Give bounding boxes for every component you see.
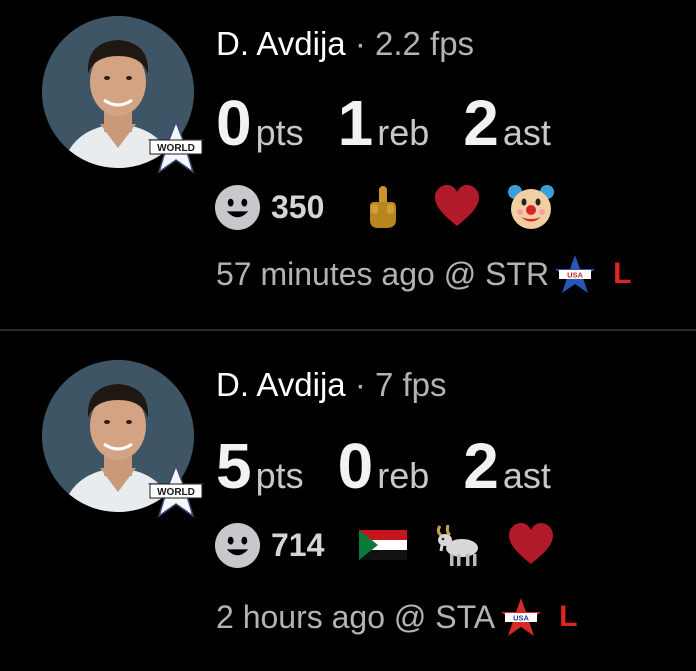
badge-text: WORLD <box>157 487 195 498</box>
world-star-badge-icon: WORLD <box>148 120 204 174</box>
goat-emoji-icon[interactable] <box>432 520 482 570</box>
fantasy-points: 7 fps <box>374 366 447 403</box>
stat-line: 5 pts 0 reb 2 ast <box>216 431 551 501</box>
world-star-badge-icon: WORLD <box>148 464 204 518</box>
points-value: 5 <box>216 430 252 502</box>
assists-label: ast <box>502 112 551 153</box>
assists-label: ast <box>502 455 551 496</box>
player-name[interactable]: D. Avdija <box>216 25 346 62</box>
rebounds-label: reb <box>377 112 430 153</box>
card-divider <box>0 329 696 331</box>
player-line: D. Avdija · 7 fps <box>216 365 447 405</box>
player-line: D. Avdija · 2.2 fps <box>216 24 474 64</box>
rebounds-label: reb <box>377 455 430 496</box>
badge-text: WORLD <box>157 143 195 154</box>
player-name[interactable]: D. Avdija <box>216 366 346 403</box>
separator: · <box>354 25 366 62</box>
clown-face-emoji-icon[interactable] <box>506 182 556 232</box>
game-result: L <box>559 600 578 633</box>
assists-value: 2 <box>463 87 499 159</box>
time-and-opponent: 57 minutes ago @ STR <box>216 255 550 292</box>
rebounds-value: 1 <box>337 87 374 159</box>
usa-star-team-logo-icon: USA <box>501 598 542 636</box>
smiley-reaction-icon[interactable] <box>214 522 261 569</box>
time-and-opponent: 2 hours ago @ STA <box>216 598 496 635</box>
red-heart-emoji-icon[interactable] <box>506 520 556 570</box>
game-result: L <box>613 257 632 290</box>
sudan-flag-emoji-icon[interactable] <box>358 520 408 570</box>
smiley-reaction-icon[interactable] <box>214 184 261 231</box>
game-meta: 2 hours ago @ STA USA L <box>216 595 577 639</box>
assists-value: 2 <box>463 430 499 502</box>
svg-text:USA: USA <box>567 271 583 280</box>
stat-line: 0 pts 1 reb 2 ast <box>216 88 551 158</box>
points-label: pts <box>255 112 304 153</box>
game-card[interactable]: WORLD D. Avdija · 2.2 fps 0 pts 1 reb 2 … <box>0 0 696 331</box>
separator: · <box>354 366 366 403</box>
points-label: pts <box>255 455 304 496</box>
reaction-count: 714 <box>271 526 325 563</box>
game-card[interactable]: WORLD D. Avdija · 7 fps 5 pts 0 reb 2 as… <box>0 333 696 663</box>
usa-star-team-logo-icon: USA <box>555 255 596 293</box>
reaction-count: 350 <box>271 188 325 225</box>
reactions-row: 350 <box>214 182 580 232</box>
fantasy-points: 2.2 fps <box>374 25 475 62</box>
points-value: 0 <box>216 87 252 159</box>
reactions-row: 714 <box>214 520 580 570</box>
game-meta: 57 minutes ago @ STR USA L <box>216 252 631 296</box>
middle-finger-emoji-icon[interactable] <box>358 182 408 232</box>
red-heart-emoji-icon[interactable] <box>432 182 482 232</box>
svg-text:USA: USA <box>513 614 529 623</box>
rebounds-value: 0 <box>337 430 374 502</box>
